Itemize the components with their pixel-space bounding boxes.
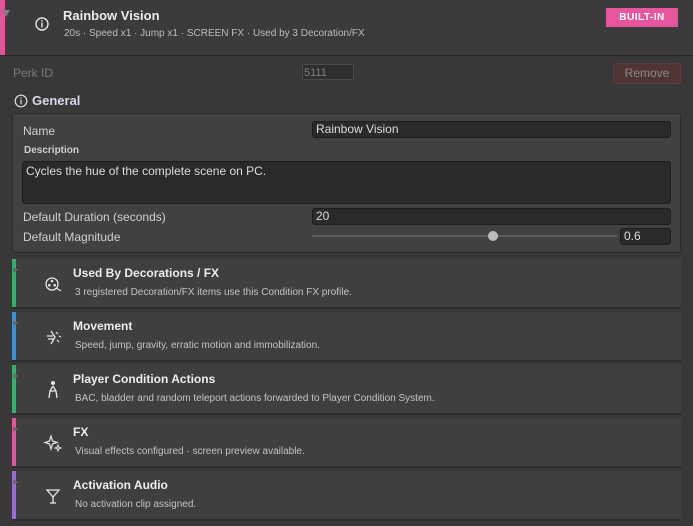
magnitude-slider-track[interactable] [312,235,617,237]
info-icon [14,94,28,108]
perk-summary: 20s · Speed x1 · Jump x1 · SCREEN FX · U… [64,28,365,39]
built-in-badge: BUILT-IN [606,8,678,27]
description-field[interactable]: Cycles the hue of the complete scene on … [22,161,671,204]
section-movement[interactable]: Movement Speed, jump, gravity, erratic m… [12,312,681,362]
duration-field[interactable]: 20 [312,208,671,225]
expand-triangle-icon[interactable] [13,426,18,432]
section-description: 3 registered Decoration/FX items use thi… [75,287,352,298]
section-description: Speed, jump, gravity, erratic motion and… [75,340,320,351]
magnitude-slider-handle[interactable] [488,231,498,241]
section-title: Activation Audio [73,478,168,492]
magnitude-field[interactable]: 0.6 [620,228,671,245]
name-field[interactable]: Rainbow Vision [312,121,671,138]
section-activation-audio[interactable]: Activation Audio No activation clip assi… [12,471,681,521]
name-label: Name [23,124,56,138]
general-heading-label: General [32,93,81,108]
perk-id-field: 5111 [302,64,354,80]
duration-label: Default Duration (seconds) [23,210,166,224]
cocktail-glass-icon [45,489,61,504]
section-fx[interactable]: FX Visual effects configured · screen pr… [12,418,681,468]
collapse-triangle-icon[interactable] [2,10,10,17]
section-used-by-decorations[interactable]: Used By Decorations / FX 3 registered De… [12,259,681,309]
expand-triangle-icon[interactable] [13,320,18,326]
remove-button[interactable]: Remove [613,63,681,84]
perk-title: Rainbow Vision [63,8,160,23]
person-icon [48,381,58,399]
header-accent-bar [0,0,5,55]
sparkle-icon [43,433,63,453]
section-title: Player Condition Actions [73,372,216,386]
section-title: FX [73,425,89,439]
section-title: Movement [73,319,133,333]
motion-burst-icon [47,330,62,345]
perk-header[interactable]: Rainbow Vision 20s · Speed x1 · Jump x1 … [0,0,693,56]
film-reel-icon [45,277,62,292]
perk-id-label: Perk ID [13,66,54,80]
expand-triangle-icon[interactable] [13,373,18,379]
perk-id-row: Perk ID 5111 Remove [0,56,693,90]
section-player-condition-actions[interactable]: Player Condition Actions BAC, bladder an… [12,365,681,415]
description-label: Description [24,145,80,156]
section-title: Used By Decorations / FX [73,266,220,280]
magnitude-label: Default Magnitude [23,230,121,244]
expand-triangle-icon[interactable] [13,267,18,273]
section-description: BAC, bladder and random teleport actions… [75,393,435,404]
expand-triangle-icon[interactable] [13,479,18,485]
section-description: Visual effects configured · screen previ… [75,446,305,457]
info-icon [35,17,49,31]
section-description: No activation clip assigned. [75,499,197,510]
